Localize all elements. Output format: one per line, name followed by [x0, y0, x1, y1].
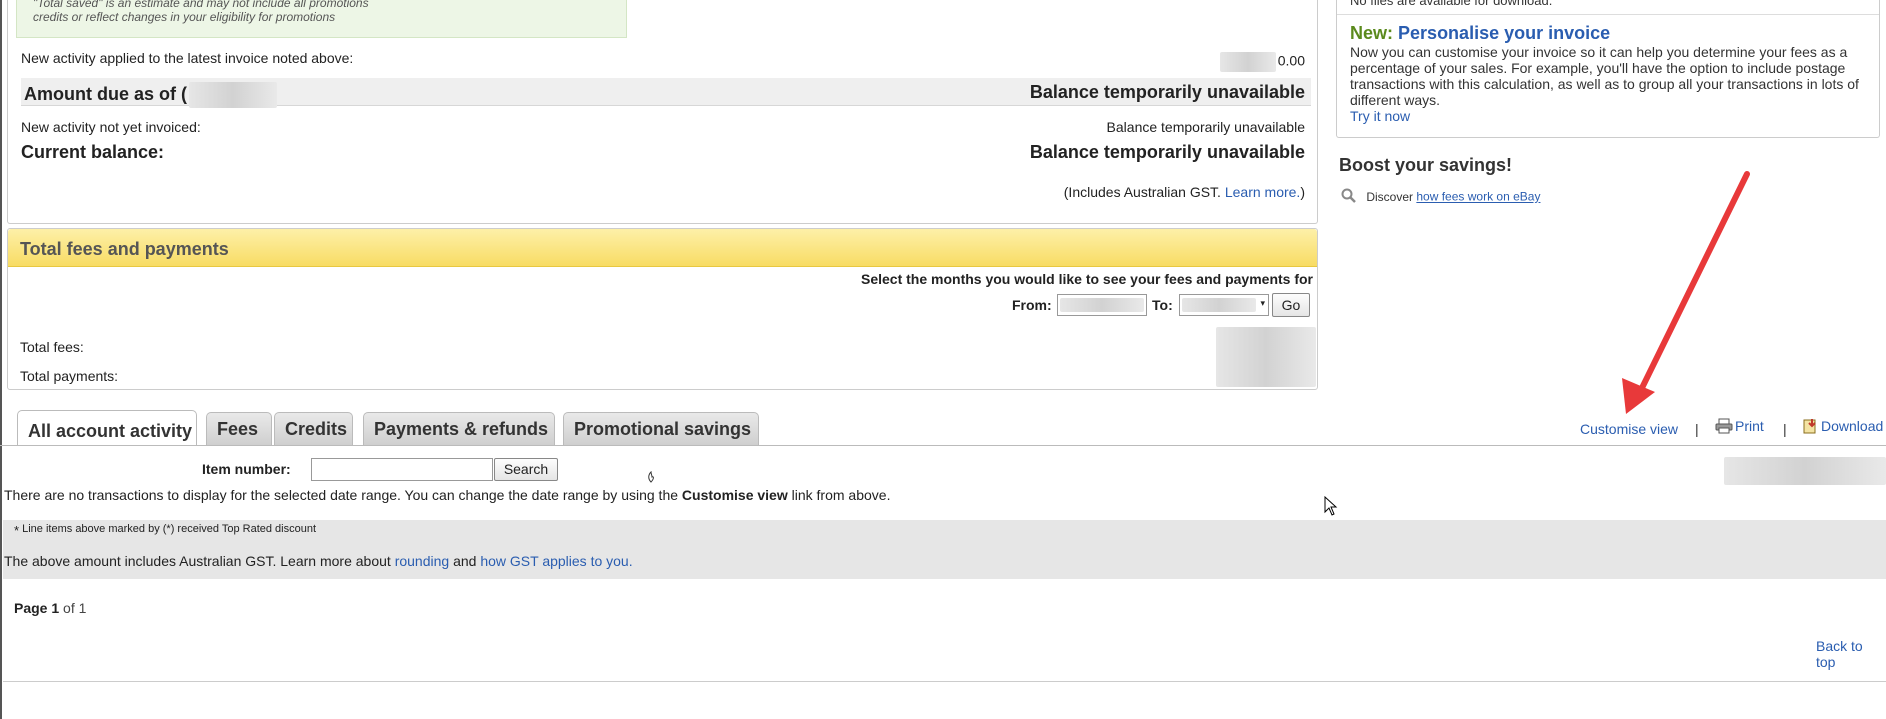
toolbar-separator-2: | [1783, 421, 1787, 437]
top-rated-note: * Line items above marked by (*) receive… [14, 523, 316, 538]
tab-promotional-savings[interactable]: Promotional savings [563, 412, 759, 445]
new-activity-amount: 0.00 [1277, 52, 1305, 69]
new-label: New: [1350, 23, 1394, 43]
redacted-right-value [1724, 457, 1886, 485]
page-total: of 1 [63, 600, 87, 616]
from-month-select[interactable] [1057, 294, 1147, 316]
how-fees-work-link[interactable]: how fees work on eBay [1416, 190, 1540, 204]
discover-text: Discover [1366, 189, 1414, 204]
tab-all-account-activity[interactable]: All account activity [17, 410, 197, 446]
promo-body: Now you can customise your invoice so it… [1350, 44, 1875, 124]
print-button[interactable]: Print [1715, 418, 1764, 437]
gst-learn-more-link[interactable]: Learn more. [1225, 184, 1300, 200]
footer-divider [3, 681, 1886, 682]
not-invoiced-label: New activity not yet invoiced: [21, 119, 201, 135]
try-it-now-link[interactable]: Try it now [1350, 108, 1410, 124]
printer-icon [1715, 418, 1733, 437]
mouse-cursor-icon [1324, 495, 1338, 518]
new-activity-label: New activity applied to the latest invoi… [21, 50, 354, 66]
page-current: 1 [51, 600, 60, 616]
divider [1337, 14, 1879, 15]
total-fees-label: Total fees: [20, 339, 84, 355]
not-invoiced-value: Balance temporarily unavailable [1106, 119, 1305, 135]
current-balance-value: Balance temporarily unavailable [1029, 142, 1305, 162]
boost-savings-title: Boost your savings! [1339, 155, 1513, 175]
tab-fees[interactable]: Fees [206, 412, 272, 445]
download-icon [1802, 418, 1818, 437]
gst-and: and [453, 553, 477, 569]
gst-applies-link[interactable]: how GST applies to you. [480, 553, 632, 569]
gst-note: (Includes Australian GST. Learn more.) [1064, 184, 1305, 200]
no-files-text: No files are available for download. [1350, 0, 1553, 8]
rounding-link[interactable]: rounding [395, 553, 450, 569]
go-button[interactable]: Go [1272, 293, 1310, 317]
gst-info-text: The above amount includes Australian GST… [4, 553, 391, 569]
from-label: From: [1012, 297, 1052, 313]
tab-payments-refunds[interactable]: Payments & refunds [363, 412, 555, 445]
to-label: To: [1152, 297, 1173, 313]
redacted-to [1182, 298, 1256, 312]
fees-payments-panel: Total fees and payments Select the month… [7, 228, 1318, 390]
customise-view-link[interactable]: Customise view [1580, 421, 1678, 437]
gst-info-line: The above amount includes Australian GST… [4, 553, 633, 569]
no-tx-text: There are no transactions to display for… [4, 487, 679, 503]
total-payments-label: Total payments: [20, 368, 119, 384]
top-rated-note-text: Line items above marked by (*) received … [22, 523, 317, 535]
new-activity-value: 0.00 [1219, 52, 1305, 72]
select-months-label: Select the months you would like to see … [861, 271, 1313, 287]
fees-header: Total fees and payments [8, 229, 1317, 267]
amount-due-text: Amount due as of ( [24, 83, 187, 104]
promo-title: New: Personalise your invoice [1350, 23, 1610, 44]
amount-due-label: Amount due as of ( [24, 82, 277, 108]
to-month-select[interactable]: ▾ [1179, 294, 1269, 316]
download-label: Download [1821, 418, 1884, 435]
asterisk: * [14, 523, 20, 538]
invoice-summary-panel: "Total saved" is an estimate and may not… [7, 0, 1318, 224]
amount-due-value: Balance temporarily unavailable [1029, 82, 1305, 102]
promo-body-text: Now you can customise your invoice so it… [1350, 44, 1859, 108]
magnifier-icon [1341, 188, 1359, 207]
redacted-totals [1216, 327, 1316, 387]
download-button[interactable]: Download [1802, 418, 1883, 437]
note-line-1: "Total saved" is an estimate and may not… [33, 0, 369, 10]
no-transactions-message: There are no transactions to display for… [4, 487, 890, 503]
print-label: Print [1735, 418, 1764, 435]
page-label: Page [14, 600, 48, 616]
redacted-from [1060, 298, 1144, 312]
toolbar-separator: | [1695, 421, 1699, 437]
busy-cursor-icon [646, 470, 656, 483]
tabs-baseline [0, 445, 1886, 446]
promo-title-text: Personalise your invoice [1398, 23, 1611, 43]
discover-line: Discover how fees work on eBay [1341, 188, 1540, 207]
item-number-input[interactable] [311, 458, 493, 481]
no-tx-suffix: link from above. [791, 487, 891, 503]
personalise-invoice-panel: No files are available for download. New… [1336, 0, 1880, 138]
total-saved-note: "Total saved" is an estimate and may not… [16, 0, 627, 38]
customise-view-inline: Customise view [681, 487, 788, 503]
gst-note-text: (Includes Australian GST. [1063, 184, 1221, 200]
redacted-amount [1219, 52, 1276, 72]
item-number-label: Item number: [202, 461, 291, 477]
search-button[interactable]: Search [494, 458, 558, 481]
chevron-down-icon: ▾ [1260, 298, 1265, 308]
current-balance-label: Current balance: [21, 142, 165, 162]
note-line-2: credits or reflect changes in your eligi… [33, 10, 336, 24]
gst-note-close: ) [1300, 184, 1305, 200]
tab-credits[interactable]: Credits [274, 412, 353, 445]
redacted-date [189, 82, 277, 108]
back-to-top-link[interactable]: Back to top [1816, 638, 1886, 670]
pagination: Page 1 of 1 [14, 600, 86, 616]
window-left-border [0, 0, 2, 719]
